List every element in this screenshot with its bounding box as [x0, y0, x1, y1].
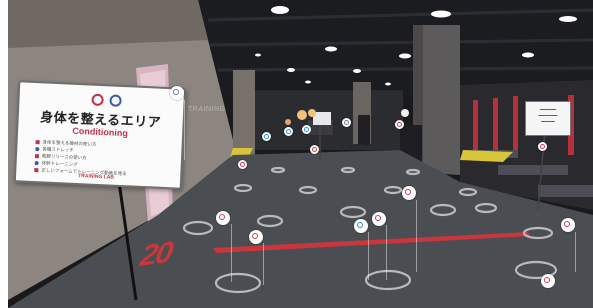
- info-hotspot[interactable]: [395, 120, 404, 129]
- info-hotspot[interactable]: [249, 230, 263, 244]
- square-marker-icon: [34, 167, 39, 173]
- blue-ring-icon: [109, 94, 122, 107]
- virtual-tour-viewer: TRAINING ━━━━━━ ━━━━━━━ ━━━━━ 身体を整えるエリア Co…: [0, 0, 593, 308]
- video-hotspot[interactable]: [354, 219, 368, 233]
- info-hotspot[interactable]: [170, 86, 184, 100]
- video-hotspot[interactable]: [284, 127, 293, 136]
- hotspot-stem: [416, 200, 417, 272]
- brand-logo-text: TRAINING LAB: [77, 173, 115, 181]
- red-ring-icon: [91, 93, 104, 107]
- video-hotspot[interactable]: [302, 125, 311, 134]
- info-hotspot[interactable]: [372, 212, 386, 226]
- hotspot-stem: [368, 232, 369, 280]
- wall-logo-text: TRAINING: [188, 106, 226, 113]
- square-marker-icon: [34, 153, 40, 159]
- info-hotspot[interactable]: [402, 186, 416, 200]
- hotspot-stem: [386, 225, 387, 280]
- info-hotspot[interactable]: [538, 142, 547, 151]
- circle-marker-icon: [34, 160, 39, 166]
- hotspot-stem: [184, 100, 185, 160]
- square-marker-icon: [35, 139, 40, 145]
- conditioning-area-panel: 身体を整えるエリア Conditioning 身体を整える機材の使い方 各種スト…: [13, 80, 187, 190]
- hotspot-stem: [575, 232, 576, 272]
- info-hotspot[interactable]: [561, 218, 575, 232]
- gym-panorama-scene[interactable]: TRAINING ━━━━━━ ━━━━━━━ ━━━━━ 身体を整えるエリア Co…: [8, 0, 593, 308]
- video-hotspot[interactable]: [262, 132, 271, 141]
- info-hotspot[interactable]: [238, 160, 247, 169]
- info-hotspot[interactable]: [216, 211, 230, 225]
- equipment-info-sign: ━━━━━━ ━━━━━━━ ━━━━━: [525, 101, 571, 136]
- sign-lines: ━━━━━━ ━━━━━━━ ━━━━━: [538, 107, 558, 124]
- hotspot-stem: [263, 243, 264, 285]
- info-hotspot[interactable]: [310, 145, 319, 154]
- hotspot-stem: [231, 224, 232, 282]
- info-hotspot[interactable]: [342, 118, 351, 127]
- circle-marker-icon: [35, 146, 40, 152]
- panel-legend: 身体を整える機材の使い方 各種ストレッチ 筋膜リリースの使い方 体幹トレーニング…: [34, 138, 175, 179]
- info-hotspot[interactable]: [541, 274, 555, 288]
